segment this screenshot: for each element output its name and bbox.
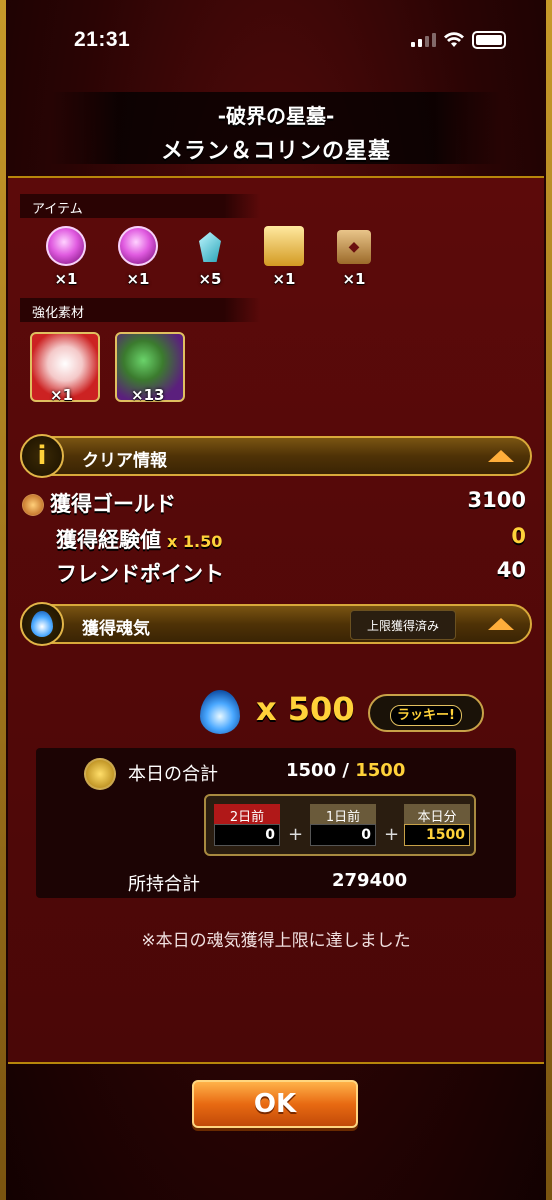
today-total-icon [84,758,116,790]
item-qty: ×1 [272,270,296,288]
day-value: 1500 [404,824,470,846]
today-total-separator: / [342,760,349,781]
item-scroll[interactable]: ×1 [258,226,310,288]
item-purple-orb[interactable]: ×1 [112,226,164,288]
day-label: 本日分 [404,804,470,825]
item-qty: ×1 [342,270,366,288]
material-qty: ×13 [131,386,165,404]
collapse-arrow-icon[interactable] [488,450,514,462]
info-icon: i [20,434,64,478]
ok-button[interactable]: OK [192,1080,358,1128]
collapse-arrow-icon[interactable] [488,618,514,630]
dice-icon: ◆ [337,230,371,264]
item-qty: ×1 [54,270,78,288]
day-label: 1日前 [310,804,376,825]
limit-reached-badge: 上限獲得済み [349,610,456,640]
friend-point-row: フレンドポイント 40 [56,558,526,588]
plus-sign: + [384,824,400,845]
owned-total-value: 279400 [332,870,408,891]
day-value: 0 [310,824,376,846]
lucky-badge: ラッキー! [368,694,484,732]
clear-info-header[interactable]: i クリア情報 [20,434,532,478]
day-label: 2日前 [214,804,280,825]
stage-subtitle: -破界の星墓- [217,104,335,128]
friend-point-label: フレンドポイント [56,562,224,586]
limit-note: ※本日の魂気獲得上限に達しました [141,931,411,951]
day-value: 0 [214,824,280,846]
exp-multiplier: x 1.50 [167,532,223,551]
soul-flame-icon [200,690,240,734]
soul-amount: x 500 [256,690,355,728]
crystal-icon [199,232,221,262]
item-purple-orb[interactable]: ×1 [40,226,92,288]
exp-value: 0 [511,524,526,548]
plus-sign: + [288,824,304,845]
frame-right [546,0,552,1200]
friend-point-value: 40 [496,558,526,582]
stage-name: メラン＆コリンの星墓 [160,139,391,164]
clear-info-title: クリア情報 [82,451,167,471]
today-total-max: 1500 [355,760,406,781]
daily-breakdown: 2日前 0 + 1日前 0 + 本日分 1500 [204,794,476,856]
signal-icon [411,33,436,47]
day-2-ago: 2日前 0 [214,804,280,846]
today-total-value: 1500 [286,760,337,781]
wifi-icon [444,32,464,47]
soul-flame-icon [20,602,64,646]
gold-label: 獲得ゴールド [50,492,176,516]
today-total: 1500 / 1500 [286,760,405,781]
item-crystal[interactable]: ×5 [184,226,236,288]
day-today: 本日分 1500 [404,804,470,846]
monster-material-icon[interactable]: ×1 [30,332,100,404]
soul-title: 獲得魂気 [82,619,150,639]
gold-value: 3100 [467,488,526,512]
exp-row: 獲得経験値 x 1.50 0 [56,524,526,554]
frame-left [0,0,6,1200]
status-time: 21:31 [74,28,131,51]
items-section-label: アイテム [20,194,260,218]
materials-section-label: 強化素材 [20,298,260,322]
monster-material-icon[interactable]: ×13 [115,332,185,404]
day-1-ago: 1日前 0 [310,804,376,846]
today-total-label: 本日の合計 [128,764,218,785]
item-qty: ×1 [126,270,150,288]
status-icons [411,31,506,49]
item-qty: ×5 [198,270,222,288]
exp-label: 獲得経験値 [56,528,161,552]
status-bar: 21:31 [0,0,552,80]
gold-row: 獲得ゴールド 3100 [22,488,526,518]
material-qty: ×1 [50,386,74,404]
lucky-label: ラッキー! [390,705,462,726]
item-dice[interactable]: ◆ ×1 [328,226,380,288]
purple-orb-icon [46,226,86,266]
owned-total-label: 所持合計 [128,874,200,895]
purple-orb-icon [118,226,158,266]
scroll-icon [264,226,304,266]
gold-coin-icon [22,494,44,516]
stage-title: -破界の星墓- メラン＆コリンの星墓 [50,92,502,164]
battery-icon [472,31,506,49]
soul-header[interactable]: 獲得魂気 上限獲得済み [20,602,532,646]
